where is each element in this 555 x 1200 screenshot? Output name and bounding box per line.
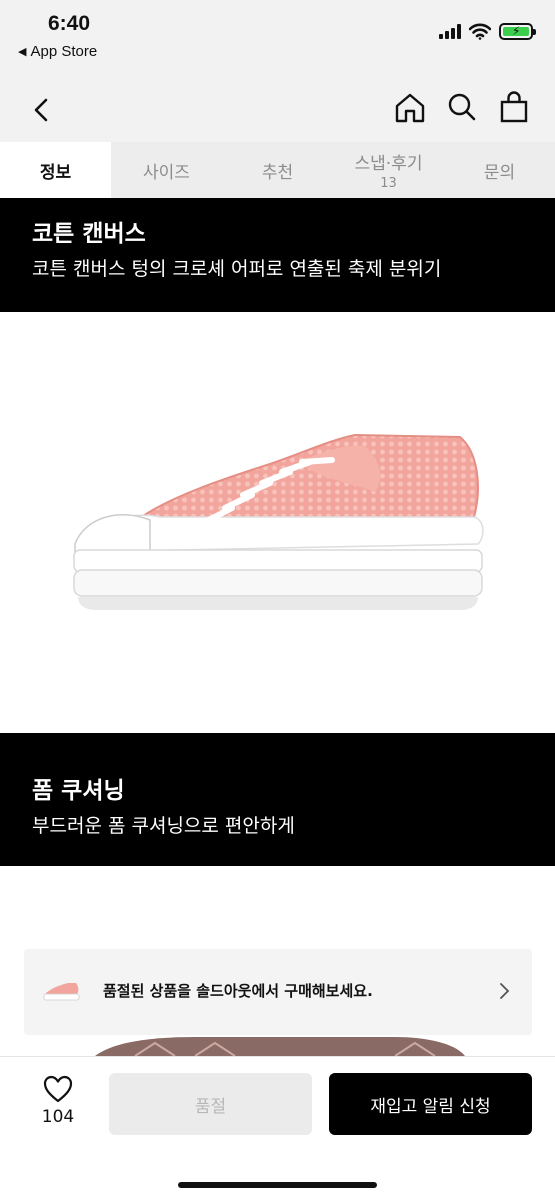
soldout-notice-text: 품절된 상품을 솔드아웃에서 구매해보세요. <box>103 982 373 1000</box>
status-bar: 6:40 ◀ App Store ⚡ <box>0 0 555 80</box>
tab-recommend[interactable]: 추천 <box>222 142 333 198</box>
product-tabs: 정보 사이즈 추천 스냅·후기 13 문의 <box>0 142 555 198</box>
tab-label: 문의 <box>483 162 516 183</box>
status-icons: ⚡ <box>439 23 536 40</box>
tab-label: 스냅·후기 <box>354 154 423 174</box>
soldout-notice[interactable]: 품절된 상품을 솔드아웃에서 구매해보세요. <box>24 949 532 1035</box>
feature-banner-foam-cushioning: 폼 쿠셔닝 부드러운 폼 쿠셔닝으로 편안하게 <box>0 733 555 866</box>
search-icon[interactable] <box>447 90 477 126</box>
soldout-button: 품절 <box>109 1073 312 1135</box>
tab-label: 정보 <box>39 162 72 183</box>
tab-inquiry[interactable]: 문의 <box>444 142 555 198</box>
bottom-action-bar: 104 품절 재입고 알림 신청 <box>0 1056 555 1200</box>
product-thumbnail <box>43 983 80 1001</box>
chevron-left-icon[interactable] <box>28 92 58 128</box>
feature-subtitle: 코튼 캔버스 텅의 크로셰 어퍼로 연출된 축제 분위기 <box>32 258 442 280</box>
chevron-right-icon <box>500 983 510 999</box>
back-app-label: App Store <box>30 43 98 60</box>
sole-image-peek <box>95 1037 465 1056</box>
tab-label: 사이즈 <box>143 162 190 183</box>
shopping-bag-icon[interactable] <box>499 90 529 126</box>
home-indicator <box>178 1182 377 1188</box>
like-count: 104 <box>41 1107 75 1127</box>
back-triangle-icon: ◀ <box>18 46 27 58</box>
status-time: 6:40 <box>48 12 91 35</box>
feature-title: 폼 쿠셔닝 <box>32 778 125 804</box>
wifi-icon <box>469 23 491 40</box>
sneaker-illustration <box>73 433 484 610</box>
feature-subtitle: 부드러운 폼 쿠셔닝으로 편안하게 <box>32 815 295 837</box>
tab-label: 추천 <box>261 162 294 183</box>
like-button[interactable]: 104 <box>30 1075 86 1127</box>
navigation-bar <box>0 80 555 142</box>
battery-charging-icon: ⚡ <box>499 23 536 40</box>
feature-banner-cotton-canvas: 코튼 캔버스 코튼 캔버스 텅의 크로셰 어퍼로 연출된 축제 분위기 <box>0 198 555 312</box>
tab-info[interactable]: 정보 <box>0 142 111 198</box>
signal-icon <box>439 24 461 39</box>
restock-alert-button[interactable]: 재입고 알림 신청 <box>329 1073 532 1135</box>
heart-icon <box>43 1075 73 1103</box>
tab-size[interactable]: 사이즈 <box>111 142 222 198</box>
feature-title: 코튼 캔버스 <box>32 221 146 247</box>
tab-count: 13 <box>380 176 397 191</box>
product-image <box>0 312 555 733</box>
tab-snap-review[interactable]: 스냅·후기 13 <box>333 142 444 198</box>
back-to-app-store[interactable]: ◀ App Store <box>18 43 97 60</box>
home-icon[interactable] <box>395 90 425 126</box>
